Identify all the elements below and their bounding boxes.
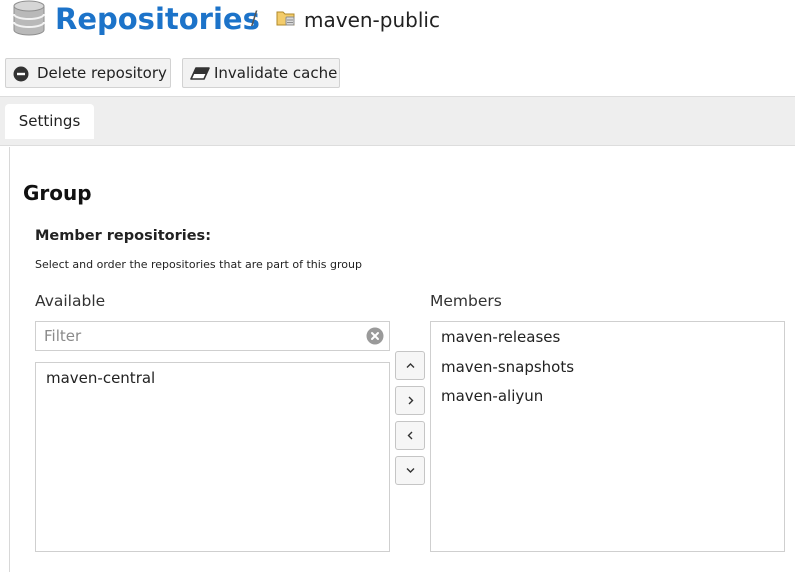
member-repositories-label: Member repositories: bbox=[35, 228, 211, 244]
delete-repository-button[interactable]: Delete repository bbox=[5, 58, 171, 88]
page-title[interactable]: Repositories bbox=[55, 1, 260, 37]
member-item[interactable]: maven-aliyun bbox=[431, 382, 784, 412]
folder-repository-icon bbox=[276, 11, 295, 26]
move-up-button[interactable] bbox=[395, 351, 425, 380]
chevron-up-icon bbox=[406, 363, 415, 368]
member-item[interactable]: maven-snapshots bbox=[431, 353, 784, 383]
move-down-button[interactable] bbox=[395, 456, 425, 485]
breadcrumb-separator: / bbox=[251, 7, 258, 29]
available-item[interactable]: maven-central bbox=[36, 364, 389, 394]
invalidate-cache-label: Invalidate cache bbox=[214, 64, 338, 82]
filter-box bbox=[35, 321, 390, 351]
chevron-right-icon bbox=[408, 396, 414, 405]
breadcrumb-current: maven-public bbox=[304, 8, 440, 32]
tab-settings[interactable]: Settings bbox=[5, 104, 94, 139]
chevron-left-icon bbox=[407, 431, 413, 440]
clear-circle-icon[interactable] bbox=[366, 327, 384, 345]
member-item[interactable]: maven-releases bbox=[431, 323, 784, 353]
filter-input[interactable] bbox=[36, 322, 356, 350]
eraser-icon bbox=[190, 67, 210, 80]
members-label: Members bbox=[430, 292, 502, 310]
chevron-down-icon bbox=[406, 468, 415, 473]
remove-member-button[interactable] bbox=[395, 421, 425, 450]
available-list[interactable]: maven-central bbox=[35, 362, 390, 552]
delete-repository-label: Delete repository bbox=[37, 64, 167, 82]
available-label: Available bbox=[35, 292, 106, 310]
minus-circle-icon bbox=[13, 66, 29, 82]
invalidate-cache-button[interactable]: Invalidate cache bbox=[182, 58, 340, 88]
page-header: Repositories / maven-public bbox=[0, 0, 795, 44]
member-repositories-help: Select and order the repositories that a… bbox=[35, 258, 362, 271]
members-list[interactable]: maven-releases maven-snapshots maven-ali… bbox=[430, 321, 785, 552]
group-heading: Group bbox=[23, 181, 92, 205]
database-icon bbox=[13, 0, 45, 36]
content-divider bbox=[9, 147, 10, 572]
add-member-button[interactable] bbox=[395, 386, 425, 415]
tab-bar: Settings bbox=[0, 96, 795, 146]
